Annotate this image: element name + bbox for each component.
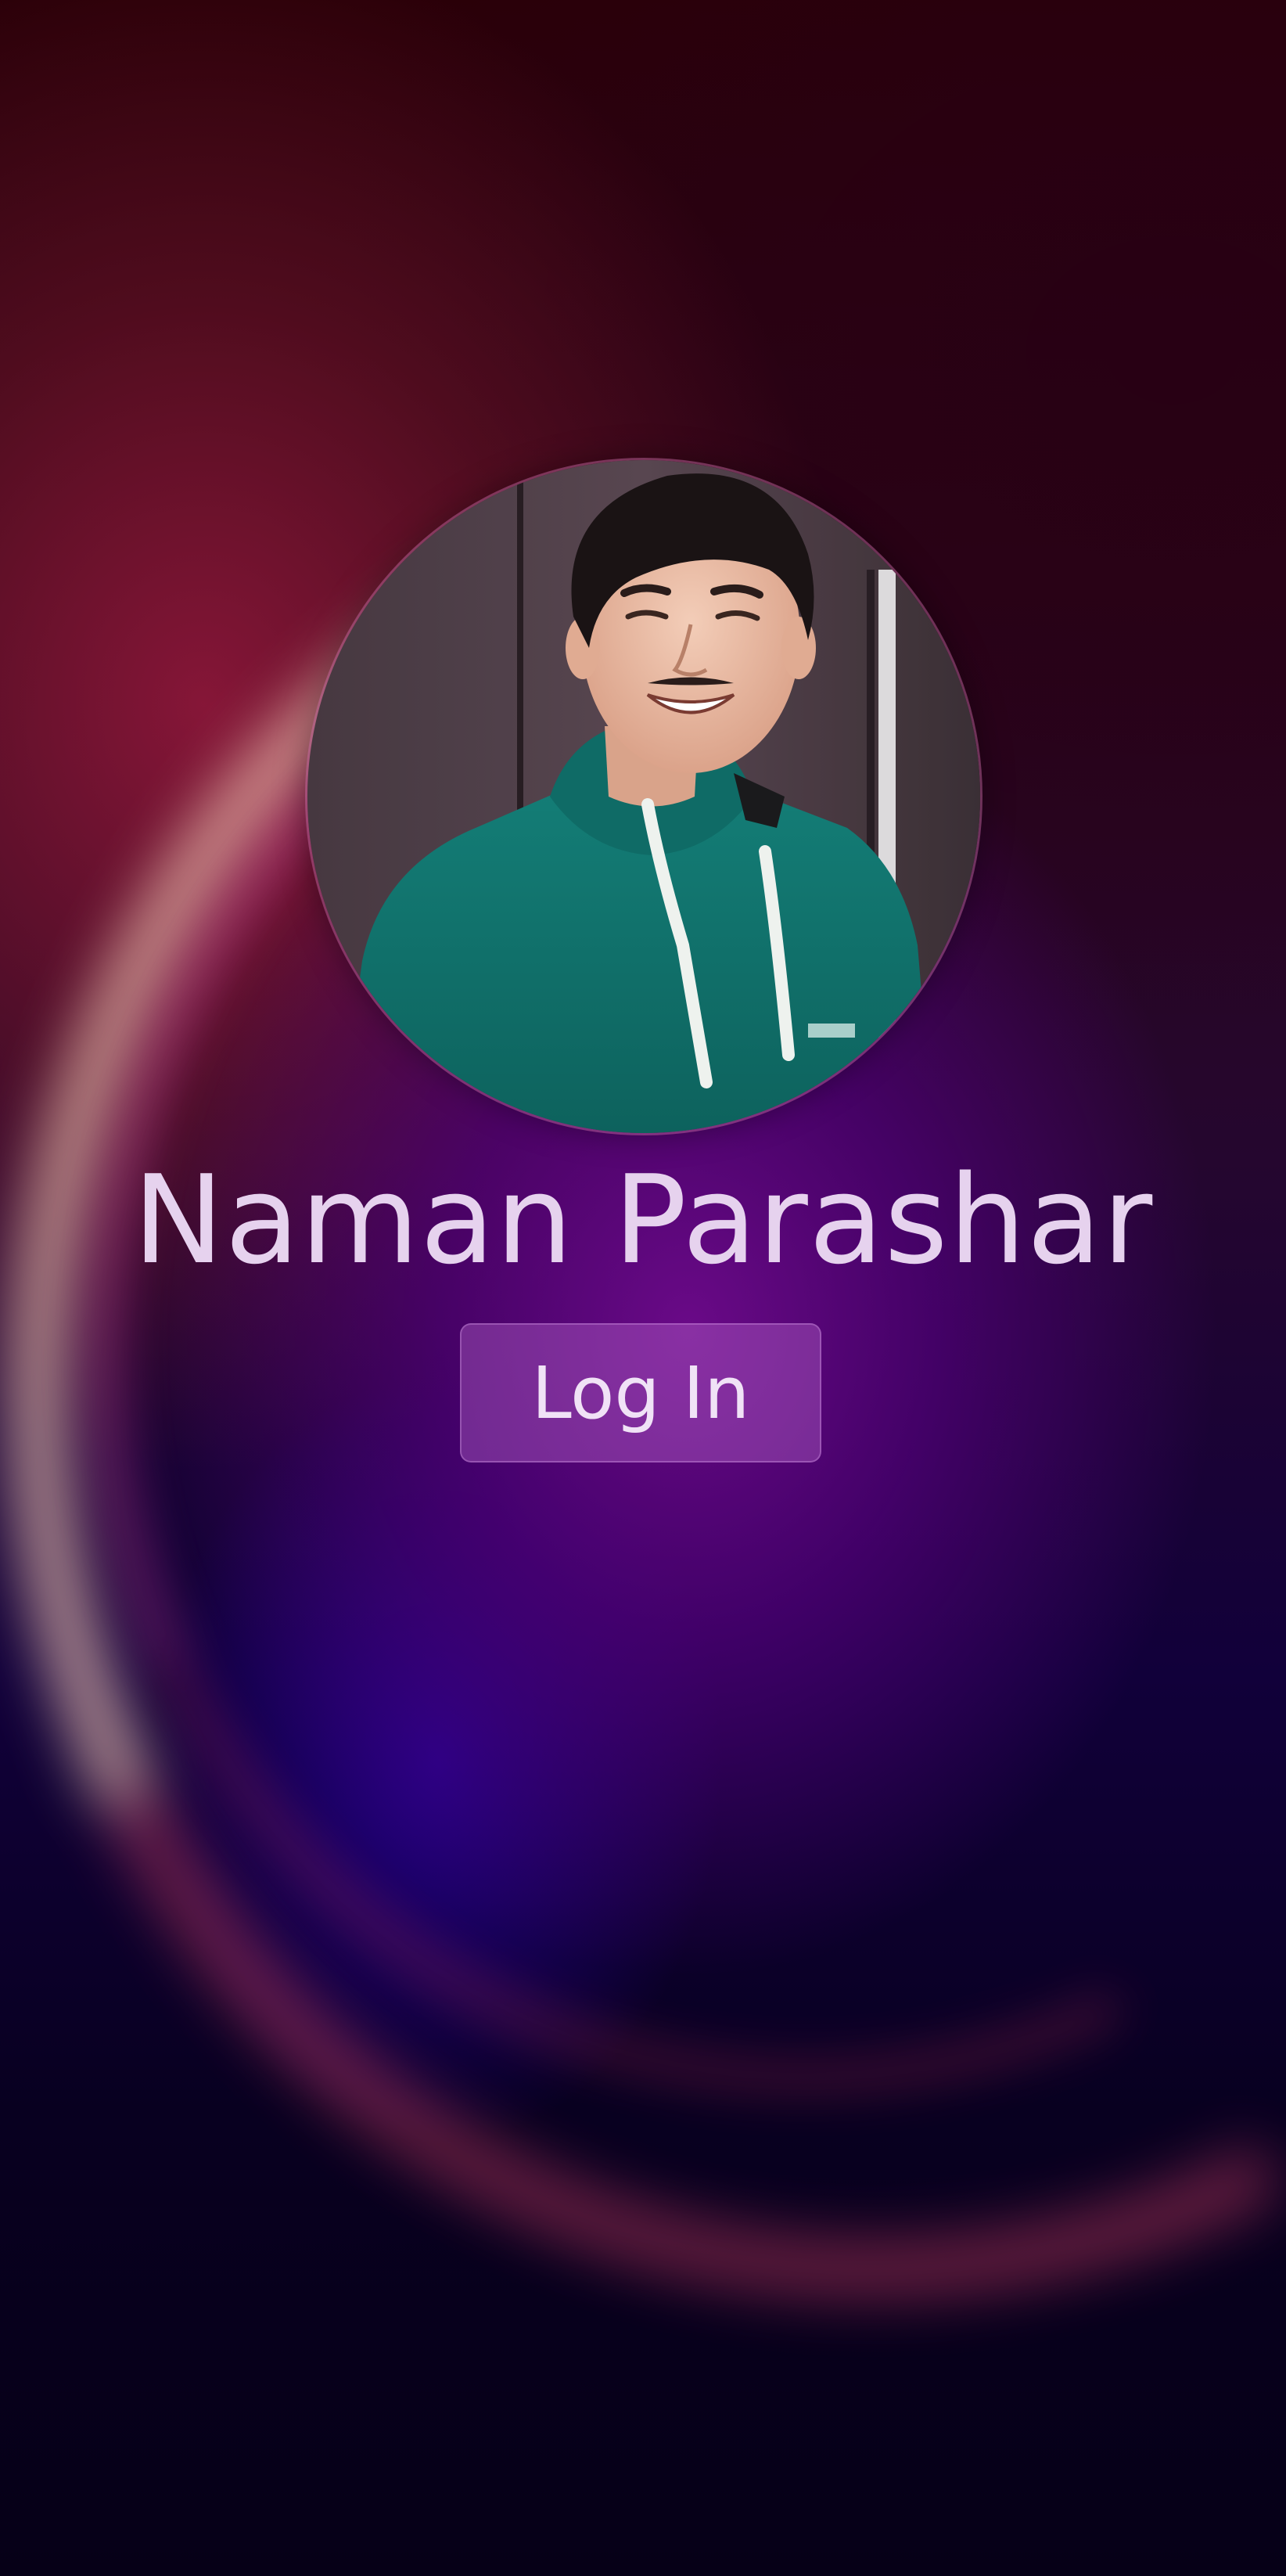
login-button[interactable]: Log In: [460, 1323, 821, 1462]
user-avatar-photo: [307, 460, 980, 1133]
lock-screen: Naman Parashar Log In: [0, 0, 1286, 2576]
user-avatar: [305, 458, 982, 1135]
user-name: Naman Parashar: [132, 1149, 1154, 1291]
